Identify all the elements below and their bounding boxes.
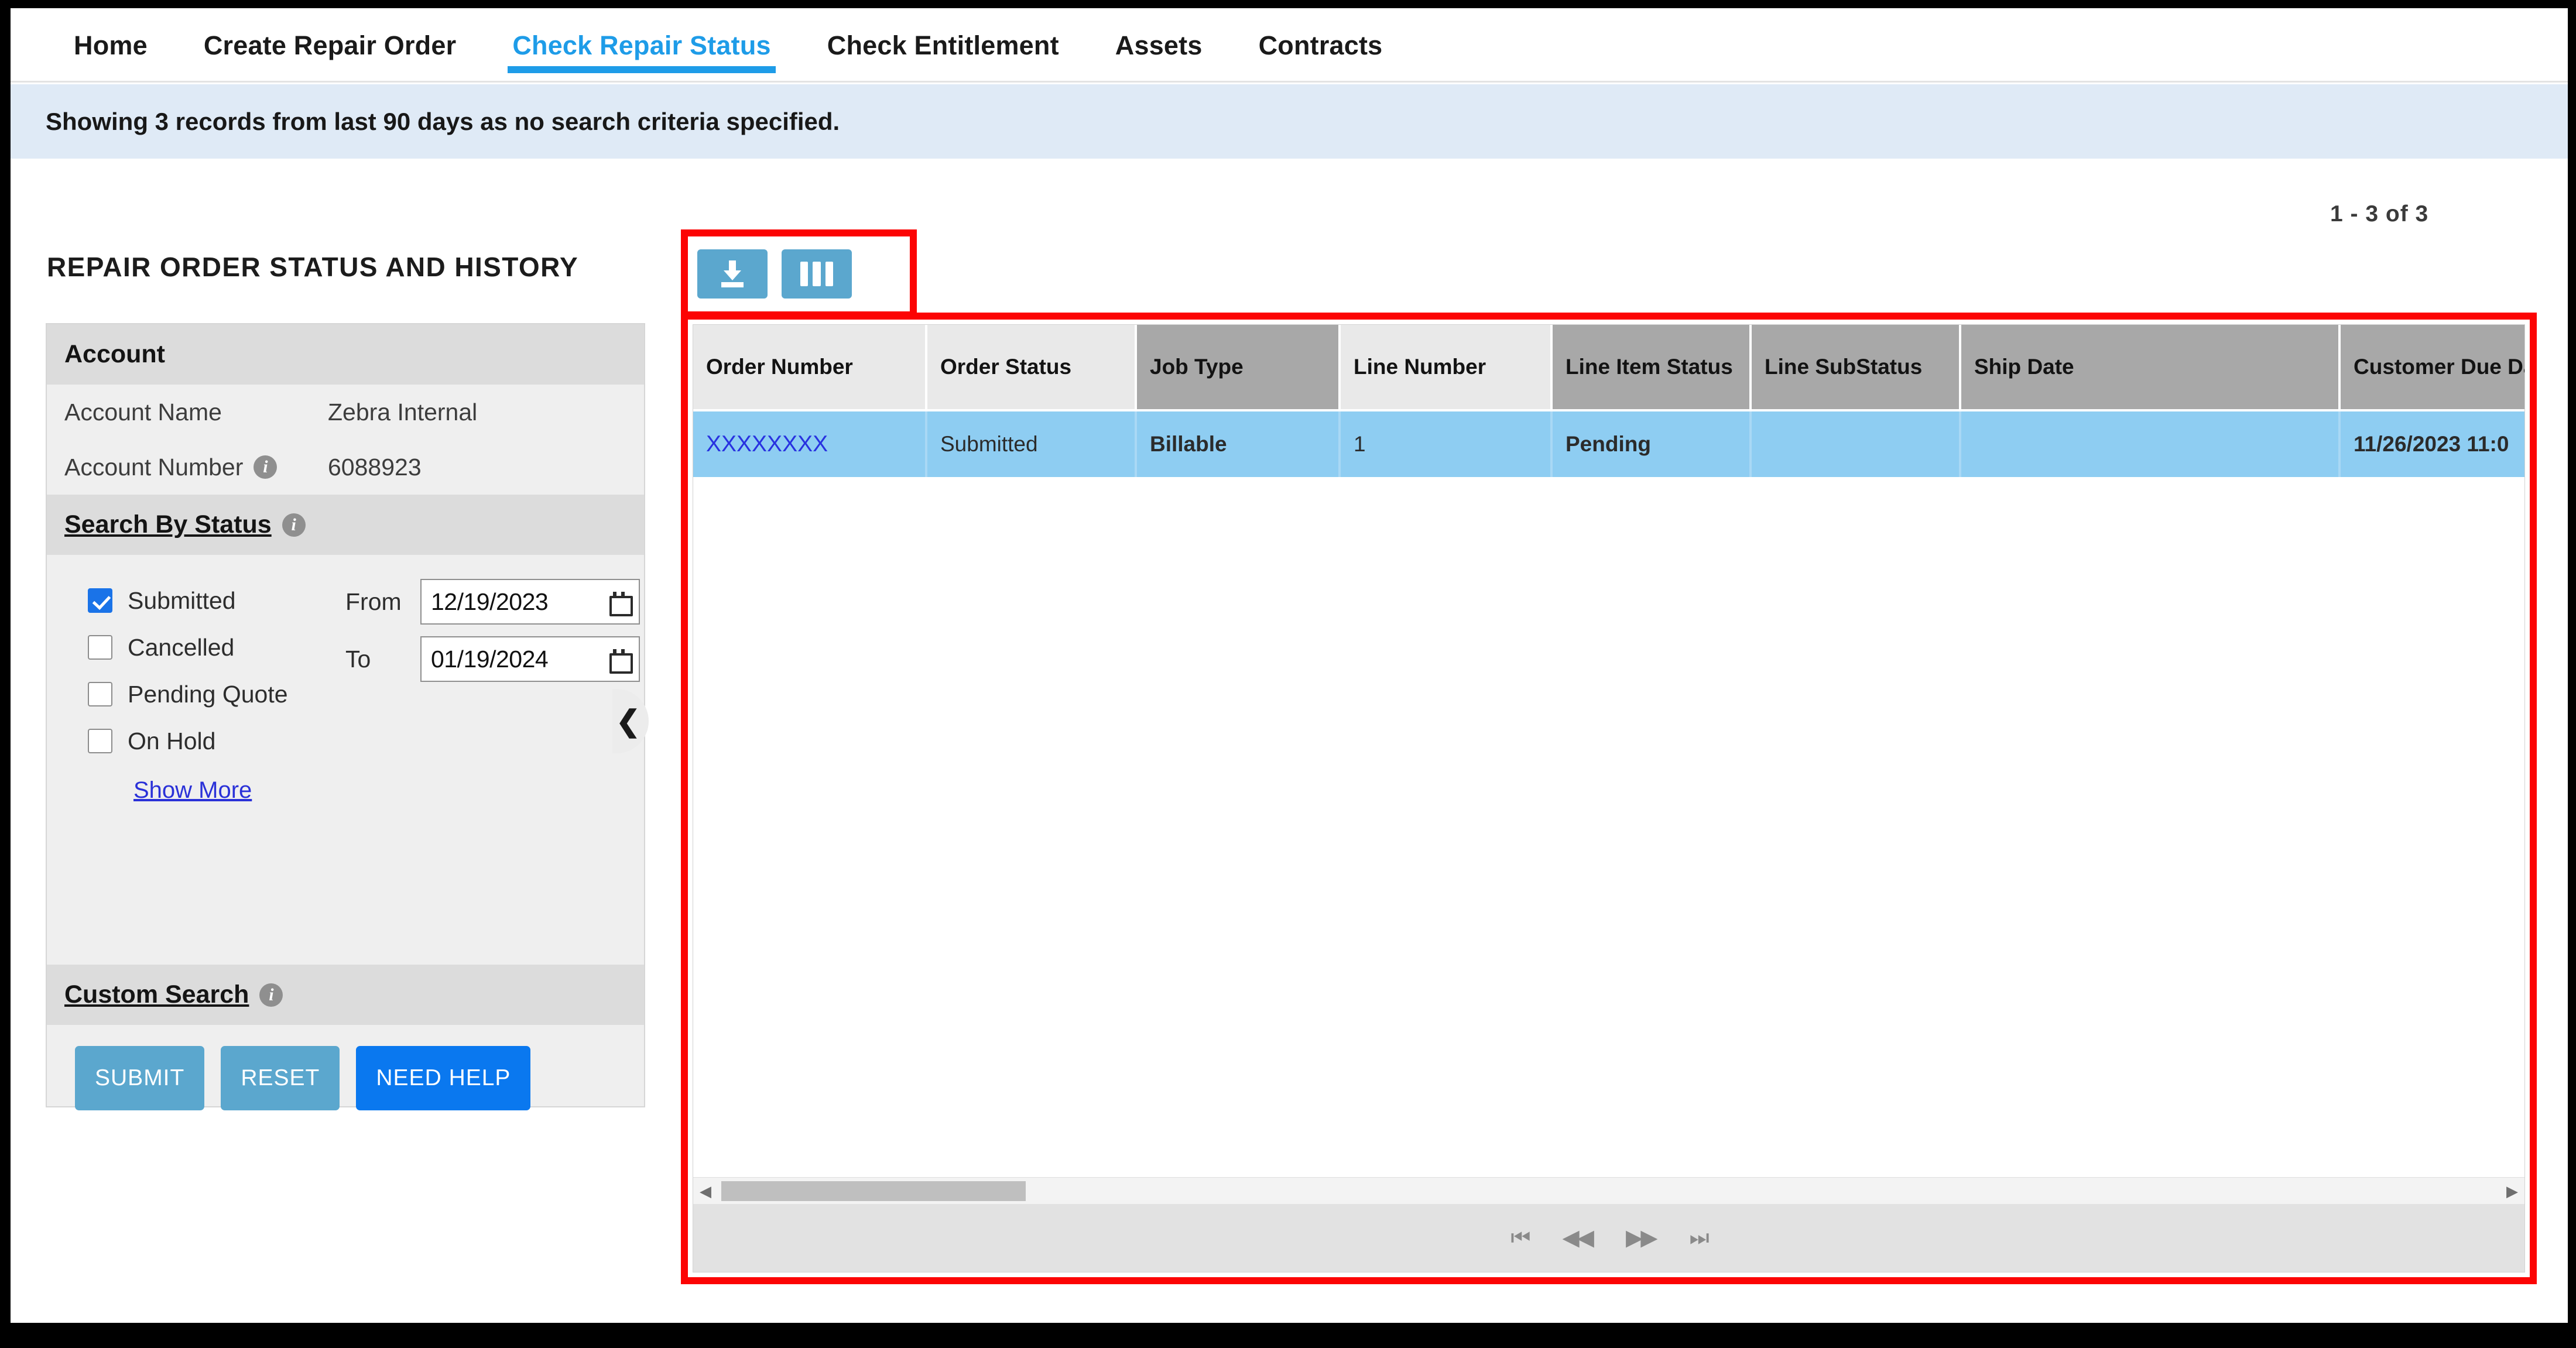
column-header-job-type[interactable]: Job Type	[1137, 325, 1341, 411]
record-count-label: 1 - 3 of 3	[2330, 201, 2429, 227]
account-number-row: Account Number i 6088923	[47, 440, 644, 495]
status-label: On Hold	[128, 727, 216, 754]
column-header-line-substatus[interactable]: Line SubStatus	[1752, 325, 1961, 411]
search-by-status-label: Search By Status	[64, 510, 272, 538]
column-header-order-status[interactable]: Order Status	[927, 325, 1137, 411]
cell-job-type: Billable	[1137, 411, 1341, 477]
info-icon[interactable]: i	[254, 455, 278, 479]
column-header-ship-date[interactable]: Ship Date	[1961, 325, 2341, 411]
need-help-button[interactable]: NEED HELP	[356, 1046, 531, 1110]
status-label: Cancelled	[128, 633, 235, 661]
account-number-value: 6088923	[328, 453, 422, 481]
checkbox-submitted[interactable]	[88, 588, 112, 613]
column-header-customer-due-date[interactable]: Customer Due Date	[2341, 325, 2524, 411]
calendar-icon[interactable]	[609, 592, 633, 616]
scroll-right-arrow-icon[interactable]: ▶	[2500, 1184, 2524, 1199]
repair-order-table: Order Number Order Status Job Type Line Num…	[693, 325, 2524, 477]
table-row[interactable]: XXXXXXXX Submitted Billable 1 Pending 11/26/2…	[693, 411, 2524, 477]
account-name-value: Zebra Internal	[328, 398, 478, 426]
reset-button[interactable]: RESET	[221, 1046, 340, 1110]
sidebar-action-buttons: SUBMIT RESET NEED HELP	[47, 1025, 644, 1110]
info-icon[interactable]: i	[282, 513, 306, 537]
account-name-row: Account Name Zebra Internal	[47, 385, 644, 440]
nav-tab-create-repair-order[interactable]: Create Repair Order	[176, 8, 484, 83]
search-sidebar: Account Account Name Zebra Internal Acco…	[46, 323, 645, 1110]
column-header-order-number[interactable]: Order Number	[693, 325, 927, 411]
date-label-from: From	[345, 588, 402, 615]
date-value: 01/19/2024	[431, 645, 549, 673]
cell-line-number: 1	[1341, 411, 1553, 477]
table-body: XXXXXXXX Submitted Billable 1 Pending 11/26/2…	[693, 411, 2524, 477]
checkbox-pending-quote[interactable]	[88, 682, 112, 706]
submit-button[interactable]: SUBMIT	[75, 1046, 205, 1110]
info-icon[interactable]: i	[259, 983, 283, 1007]
cell-line-item-status: Pending	[1553, 411, 1752, 477]
nav-tab-assets[interactable]: Assets	[1087, 8, 1231, 83]
application-page: Home Create Repair Order Check Repair Stat…	[11, 8, 2568, 1323]
date-label-to: To	[345, 645, 371, 673]
status-label: Submitted	[128, 586, 236, 614]
order-number-link[interactable]: XXXXXXXX	[706, 431, 828, 457]
cell-line-substatus	[1752, 411, 1961, 477]
status-filter-block: Submitted Cancelled Pending Quote On Hold S…	[47, 555, 644, 965]
account-number-label: Account Number i	[64, 454, 328, 481]
account-name-label: Account Name	[64, 398, 222, 426]
checkbox-on-hold[interactable]	[88, 729, 112, 753]
table-annotation-box: Order Number Order Status Job Type Line Num…	[681, 313, 2537, 1284]
cell-order-number[interactable]: XXXXXXXX	[693, 411, 927, 477]
next-page-icon[interactable]: ▶▶	[1626, 1227, 1657, 1249]
download-icon	[719, 260, 746, 287]
table-header-row: Order Number Order Status Job Type Line Num…	[693, 325, 2524, 411]
nav-tab-check-entitlement[interactable]: Check Entitlement	[799, 8, 1087, 83]
date-row-from: From 12/19/2023	[345, 577, 640, 626]
date-input-from[interactable]: 12/19/2023	[420, 579, 640, 625]
scrollbar-track[interactable]	[718, 1178, 2500, 1204]
date-input-to[interactable]: 01/19/2024	[420, 636, 640, 682]
scroll-left-arrow-icon[interactable]: ◀	[693, 1184, 718, 1199]
grid-scroll-viewport: Order Number Order Status Job Type Line Num…	[693, 325, 2524, 1185]
date-row-to: To 01/19/2024	[345, 634, 640, 684]
download-button[interactable]	[697, 249, 768, 299]
checkbox-cancelled[interactable]	[88, 635, 112, 660]
account-number-text: Account Number	[64, 453, 244, 481]
custom-search-label: Custom Search	[64, 980, 249, 1009]
status-label: Pending Quote	[128, 680, 288, 708]
status-row-on-hold[interactable]: On Hold	[88, 718, 644, 764]
chevron-left-icon: ❮	[616, 705, 640, 738]
columns-icon	[800, 262, 833, 286]
main-navigation: Home Create Repair Order Check Repair Stat…	[11, 8, 2568, 83]
date-value: 12/19/2023	[431, 588, 549, 615]
cell-customer-due-date: 11/26/2023 11:0	[2341, 411, 2524, 477]
account-header-label: Account	[64, 340, 165, 368]
column-chooser-button[interactable]	[782, 249, 852, 299]
column-header-line-number[interactable]: Line Number	[1341, 325, 1553, 411]
prev-page-icon[interactable]: ◀◀	[1563, 1227, 1594, 1249]
nav-tab-list: Home Create Repair Order Check Repair Stat…	[46, 8, 1410, 83]
custom-search-header[interactable]: Custom Search i	[47, 965, 644, 1025]
toolbar-annotation-box	[681, 229, 917, 318]
grid-toolbar	[688, 236, 910, 311]
nav-tab-home[interactable]: Home	[46, 8, 176, 83]
horizontal-scrollbar[interactable]: ◀ ▶	[693, 1177, 2524, 1204]
info-banner: Showing 3 records from last 90 days as n…	[11, 84, 2568, 159]
results-grid: Order Number Order Status Job Type Line Num…	[693, 324, 2525, 1272]
calendar-icon[interactable]	[609, 649, 633, 674]
nav-tab-contracts[interactable]: Contracts	[1231, 8, 1411, 83]
date-range-fields: From 12/19/2023 To 01/19/2024	[345, 577, 640, 692]
screenshot-frame: Home Create Repair Order Check Repair Stat…	[0, 0, 2576, 1348]
account-section-header: Account	[47, 324, 644, 385]
page-title: REPAIR ORDER STATUS AND HISTORY	[47, 252, 579, 282]
column-header-line-item-status[interactable]: Line Item Status	[1553, 325, 1752, 411]
pagination-bar: ⏮ ◀◀ ▶▶ ⏭	[693, 1204, 2524, 1272]
cell-order-status: Submitted	[927, 411, 1137, 477]
search-by-status-header[interactable]: Search By Status i	[47, 495, 644, 555]
show-more-link[interactable]: Show More	[133, 777, 252, 804]
cell-ship-date	[1961, 411, 2341, 477]
scrollbar-thumb[interactable]	[721, 1181, 1026, 1201]
first-page-icon[interactable]: ⏮	[1510, 1227, 1530, 1249]
last-page-icon[interactable]: ⏭	[1689, 1227, 1709, 1249]
nav-tab-check-repair-status[interactable]: Check Repair Status	[484, 8, 799, 83]
banner-message: Showing 3 records from last 90 days as n…	[46, 107, 840, 135]
